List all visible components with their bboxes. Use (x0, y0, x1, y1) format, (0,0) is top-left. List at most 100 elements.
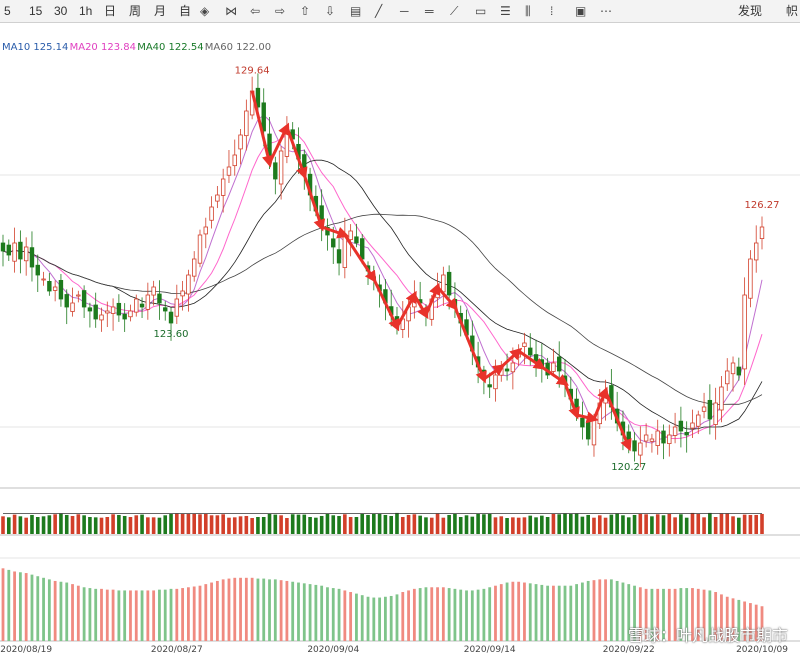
period-button-1[interactable]: 15 (29, 3, 42, 19)
volume-bar (325, 513, 330, 534)
oscillator-bar (395, 594, 399, 641)
grid-icon[interactable]: ▤ (350, 3, 361, 19)
zoom-icon[interactable]: ⋈ (225, 3, 237, 19)
candle-body (748, 258, 753, 299)
arrow-right-icon[interactable]: ⇨ (275, 3, 285, 19)
x-tick-label-5: 2020/10/09 (736, 645, 788, 655)
cursor-icon[interactable]: ◈ (200, 3, 209, 19)
volume-bar (418, 515, 422, 534)
candle-body (585, 420, 591, 440)
candle-body (696, 414, 701, 427)
hline-icon[interactable]: ─ (400, 3, 409, 19)
period-button-2[interactable]: 30 (54, 3, 67, 19)
candle-body (348, 230, 353, 241)
x-tick-label-3: 2020/09/14 (464, 645, 516, 655)
candle-body (191, 258, 197, 277)
volume-bar (742, 514, 747, 534)
oscillator-bar (552, 585, 555, 641)
oscillator-bar (42, 577, 45, 641)
oscillator-bar (47, 579, 51, 641)
period-button-7[interactable]: 自 (179, 3, 191, 19)
candle-body (58, 279, 64, 300)
volume-bar (238, 516, 243, 534)
oscillator-bar (117, 590, 121, 641)
oscillator-bar (407, 590, 410, 641)
candle-body (157, 293, 162, 304)
oscillator-bar (569, 585, 573, 641)
volume-bar (41, 516, 46, 534)
candle-body (168, 311, 174, 324)
volume-bar (429, 517, 434, 534)
volume-bar (424, 517, 428, 534)
volume-bar (383, 514, 388, 534)
oscillator-bar (71, 584, 74, 641)
volume-bar (702, 517, 706, 534)
period-button-0[interactable]: 5 (4, 3, 11, 19)
bars-icon[interactable]: ⫼ (525, 3, 531, 19)
volume-bar (12, 514, 17, 534)
volume-bar (232, 517, 237, 534)
period-button-5[interactable]: 周 (129, 3, 141, 19)
toolbar-right-label[interactable]: 帜 (786, 3, 798, 19)
oscillator-bar (204, 584, 208, 641)
volume-bar (348, 517, 353, 534)
oscillator-bar (18, 572, 22, 641)
volume-bar (117, 514, 121, 534)
volume-bar (493, 517, 498, 534)
volume-bar (395, 512, 399, 534)
candle-body (215, 194, 220, 202)
vline-icon[interactable]: ⁞ (550, 3, 553, 19)
candle-body (35, 264, 40, 276)
oscillator-bar (401, 592, 405, 641)
candle-body (672, 426, 678, 436)
volume-bar (748, 514, 753, 534)
volume-bar (592, 517, 596, 534)
candle-body (29, 247, 35, 268)
period-button-3[interactable]: 1h (79, 3, 92, 19)
candle-body (174, 298, 180, 317)
publish-button[interactable]: 发现 (738, 3, 762, 19)
volume-bar (192, 513, 196, 534)
volume-bar (458, 517, 463, 534)
oscillator-bar (13, 571, 16, 641)
rect-icon[interactable]: ▭ (475, 3, 486, 19)
stock-chart[interactable]: MA10 125.14 MA20 123.84 MA40 122.54 MA60 12… (0, 22, 800, 659)
arrow-left-icon[interactable]: ⇦ (250, 3, 260, 19)
oscillator-bar (256, 578, 260, 641)
candle-body (441, 274, 446, 293)
oscillator-bar (494, 585, 497, 641)
trend-arrow-13 (500, 347, 523, 369)
arrow-up-icon[interactable]: ⇧ (300, 3, 310, 19)
box-icon[interactable]: ▣ (575, 3, 586, 19)
volume-bar (203, 513, 208, 534)
volume-bar (343, 514, 347, 534)
volume-bar (511, 517, 515, 534)
oscillator-bar (82, 587, 86, 641)
period-button-4[interactable]: 日 (104, 3, 116, 19)
dots-icon[interactable]: ⋯ (600, 3, 612, 19)
oscillator-bar (575, 584, 578, 641)
parallel-icon[interactable]: ═ (425, 3, 434, 19)
volume-bar (412, 514, 417, 534)
text-icon[interactable]: ☰ (500, 3, 511, 19)
ma-legend-ma10: MA10 125.14 (2, 42, 68, 53)
arrow-down-icon[interactable]: ⇩ (325, 3, 335, 19)
oscillator-bar (360, 595, 364, 641)
volume-bar (615, 513, 619, 534)
volume-bar (134, 515, 139, 534)
volume-bar (157, 517, 162, 534)
candle-body (580, 417, 585, 428)
candle-body (707, 399, 713, 420)
line-icon[interactable]: ╱ (375, 3, 382, 19)
oscillator-bar (557, 585, 561, 641)
volume-bar (464, 515, 469, 534)
volume-bar (626, 517, 631, 534)
volume-bar (708, 512, 712, 534)
volume-bar (209, 515, 214, 534)
volume-bar (737, 517, 741, 534)
period-button-6[interactable]: 月 (154, 3, 166, 19)
volume-bar (163, 515, 168, 534)
ray-icon[interactable]: ⟋ (450, 3, 458, 19)
volume-bar (400, 517, 405, 534)
oscillator-bar (239, 577, 242, 641)
